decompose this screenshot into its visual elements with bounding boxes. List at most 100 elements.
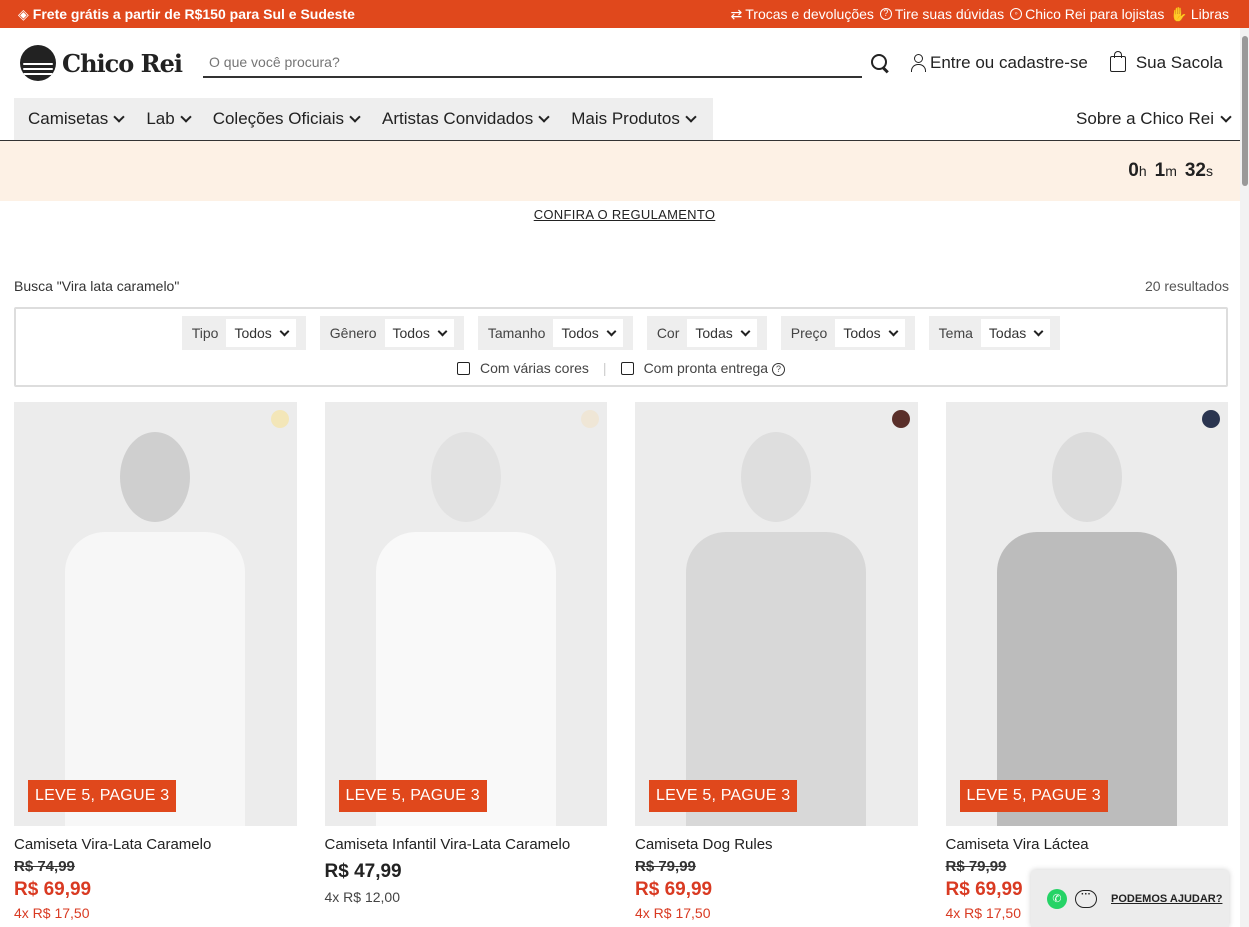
checkbox[interactable] [620,362,634,375]
nav-mais-produtos[interactable]: Mais Produtos [571,109,697,129]
account-label: Entre ou cadastre-se [930,53,1088,72]
product-image[interactable]: LEVE 5, PAGUE 3 [14,402,297,826]
product-image[interactable]: LEVE 5, PAGUE 3 [945,402,1228,826]
regulamento-link[interactable]: CONFIRA O REGULAMENTO [0,207,1249,222]
product-card[interactable]: LEVE 5, PAGUE 3 Camiseta Infantil Vira-La… [324,402,608,921]
product-card[interactable]: LEVE 5, PAGUE 3 Camiseta Dog Rules R$ 79,9… [635,402,918,921]
color-swatch[interactable] [891,410,910,428]
filter-value: Todas [988,325,1027,341]
old-price: R$ 79,99 [635,858,696,875]
chevron-down-icon [606,326,617,336]
nav-artistas[interactable]: Artistas Convidados [382,109,550,129]
promo-badge: LEVE 5, PAGUE 3 [28,780,177,812]
filter-gênero[interactable]: Gênero Todos [319,316,464,350]
product-name[interactable]: Camiseta Infantil Vira-Lata Caramelo [325,836,608,853]
product-grid: LEVE 5, PAGUE 3 Camiseta Vira-Lata Carame… [0,402,1249,921]
user-icon [910,54,926,72]
free-shipping-promo: ◈ Frete grátis a partir de R$150 para Su… [18,6,355,23]
countdown-minutes: 1 [1154,160,1166,181]
filter-cor[interactable]: Cor Todas [646,316,767,350]
question-icon: ? [879,8,892,20]
filter-tamanho[interactable]: Tamanho Todos [477,316,633,350]
product-card[interactable]: LEVE 5, PAGUE 3 Camiseta Vira Láctea R$ 79… [945,402,1229,921]
search-meta: Busca "Vira lata caramelo" 20 resultados [0,278,1249,294]
chevron-down-icon [685,111,697,123]
model-photo [996,432,1177,826]
brand-name: Chico Rei [62,48,183,78]
top-links: ⇄ Trocas e devoluções ? Tire suas dúvidas … [731,6,1229,23]
model-head [741,432,812,522]
chevron-down-icon [349,111,361,123]
filter-select[interactable]: Todas [980,319,1051,347]
chevron-down-icon [538,111,550,123]
scrollbar[interactable] [1240,28,1249,927]
filter-select[interactable]: Todas [687,319,757,347]
model-photo [375,432,556,826]
filter-tipo[interactable]: Tipo Todos [181,316,306,350]
bag-label: Sua Sacola [1135,53,1223,72]
model-photo [65,432,246,826]
filter-label: Tipo [191,325,219,341]
model-head [430,432,501,522]
product-image[interactable]: LEVE 5, PAGUE 3 [324,402,607,826]
filter-select[interactable]: Todos [384,319,454,347]
hand-icon: ✋ [1170,5,1188,22]
color-swatch[interactable] [581,410,599,428]
installments: 4x R$ 12,00 [324,889,401,905]
help-widget[interactable]: ✆ ··· PODEMOS AJUDAR? [1031,870,1229,927]
installments: 4x R$ 17,50 [635,905,711,921]
nav-camisetas[interactable]: Camisetas [28,109,125,129]
product-name[interactable]: Camiseta Dog Rules [635,836,918,853]
brand-logo[interactable]: Chico Rei [20,45,203,81]
link-faq[interactable]: ? Tire suas dúvidas [879,6,1004,22]
product-price: R$ 69,99 [14,879,92,900]
divider: | [602,360,607,376]
old-price: R$ 74,99 [14,858,75,875]
filters-panel: Tipo Todos Gênero Todos Tamanho Todos Cor Todas… [14,307,1228,387]
check-ready-delivery[interactable]: Com pronta entrega ? [620,360,785,376]
checkbox[interactable] [457,362,470,375]
scrollbar-thumb[interactable] [1242,36,1248,186]
nav-colecoes[interactable]: Coleções Oficiais [213,109,361,129]
product-name[interactable]: Camiseta Vira Láctea [946,836,1229,853]
chevron-down-icon [740,326,751,336]
link-returns[interactable]: ⇄ Trocas e devoluções [731,6,874,23]
bag-icon [1109,51,1126,72]
filter-preço[interactable]: Preço Todos [780,316,915,350]
filter-select[interactable]: Todos [226,319,296,347]
header: Chico Rei Entre ou cadastre-se Sua Sacol… [0,28,1249,98]
filter-label: Preço [790,325,828,341]
filter-value: Todos [561,325,599,341]
search-icon[interactable] [870,53,890,73]
product-image[interactable]: LEVE 5, PAGUE 3 [635,402,918,826]
check-multi-color[interactable]: Com várias cores [457,360,589,376]
filter-value: Todos [392,325,430,341]
filter-row: Tipo Todos Gênero Todos Tamanho Todos Cor Todas… [16,316,1226,350]
link-retailers[interactable]: ◦ Chico Rei para lojistas [1010,6,1164,22]
color-swatch[interactable] [270,410,289,428]
search-bar [203,48,862,78]
shopping-bag-link[interactable]: Sua Sacola [1109,51,1223,73]
filter-select[interactable]: Todos [553,319,623,347]
promo-badge: LEVE 5, PAGUE 3 [959,780,1108,812]
product-name[interactable]: Camiseta Vira-Lata Caramelo [14,836,297,853]
filter-label: Tamanho [487,325,546,341]
link-libras[interactable]: ✋ Libras [1170,6,1229,23]
chevron-down-icon [888,326,899,336]
nav-sobre[interactable]: Sobre a Chico Rei [1076,98,1235,140]
promo-badge: LEVE 5, PAGUE 3 [649,780,798,812]
chevron-down-icon [113,111,125,123]
filter-select[interactable]: Todos [835,319,905,347]
account-link[interactable]: Entre ou cadastre-se [910,53,1088,73]
chevron-down-icon [180,111,192,123]
product-card[interactable]: LEVE 5, PAGUE 3 Camiseta Vira-Lata Carame… [14,402,297,921]
filter-tema[interactable]: Tema Todas [928,316,1061,350]
shop-icon: ◦ [1010,8,1023,20]
chevron-down-icon [279,326,290,336]
color-swatch[interactable] [1202,410,1220,428]
search-query-label: Busca "Vira lata caramelo" [14,278,180,294]
nav-lab[interactable]: Lab [146,109,192,129]
countdown-seconds: 32 [1184,160,1206,181]
question-icon[interactable]: ? [771,363,785,376]
search-input[interactable] [209,54,862,70]
